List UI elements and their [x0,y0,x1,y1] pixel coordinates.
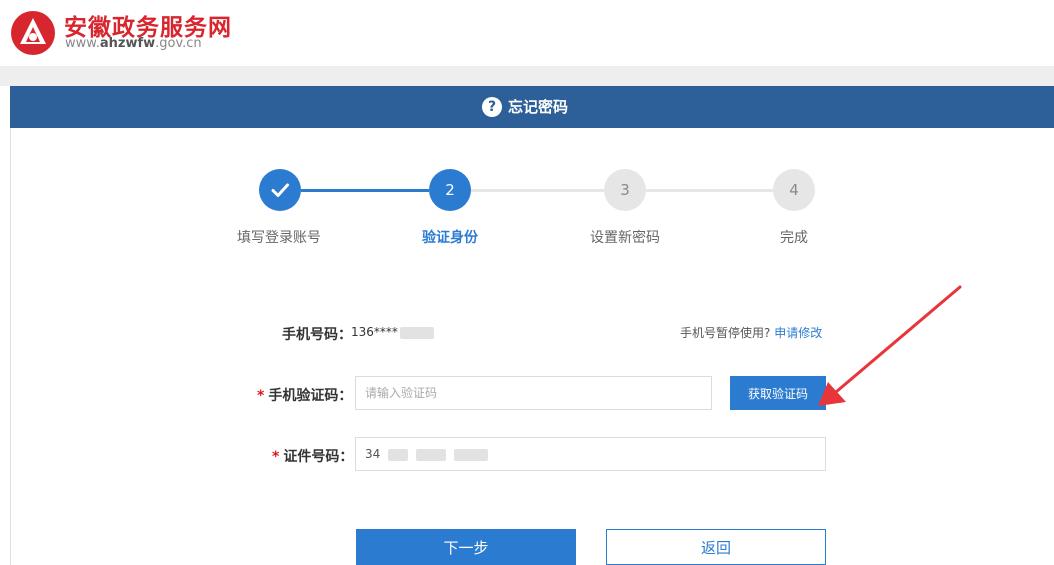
content-panel [10,86,1054,565]
header-divider [0,66,1054,86]
step-2-label: 验证身份 [422,230,478,246]
question-circle-icon: ? [482,96,502,117]
next-step-button[interactable]: 下一步 [356,529,576,565]
sms-code-label: * 手机验证码： [257,388,353,404]
step-connector-2 [471,189,604,192]
phone-label: 手机号码： [282,327,352,343]
ahzwfw-logo-icon[interactable] [10,10,56,56]
step-3-circle: 3 [604,169,646,211]
step-2-circle: 2 [429,169,471,211]
back-button[interactable]: 返回 [606,529,826,565]
site-header: 安徽政务服务网 www.ahzwfw.gov.cn [0,0,1054,66]
step-1-circle [259,169,301,211]
phone-value: 136**** [351,325,434,339]
step-1-label: 填写登录账号 [237,230,321,246]
page-title: 忘记密码 [508,98,569,116]
checkmark-icon [271,183,289,197]
get-code-button[interactable]: 获取验证码 [730,376,826,410]
id-number-label: * 证件号码： [272,449,354,465]
redacted-blur [399,326,434,339]
sms-code-input[interactable]: 请输入验证码 [355,376,712,410]
id-number-input[interactable]: 34 [355,437,826,471]
apply-change-link[interactable]: 申请修改 [774,326,822,340]
step-4-circle: 4 [773,169,815,211]
panel-titlebar: ? 忘记密码 [10,86,1054,128]
step-4-label: 完成 [780,230,808,246]
site-url: www.ahzwfw.gov.cn [65,36,202,51]
phone-suspended-note: 手机号暂停使用? 申请修改 [680,326,823,340]
step-connector-1 [301,189,429,192]
step-connector-3 [646,189,773,192]
step-3-label: 设置新密码 [590,230,660,246]
